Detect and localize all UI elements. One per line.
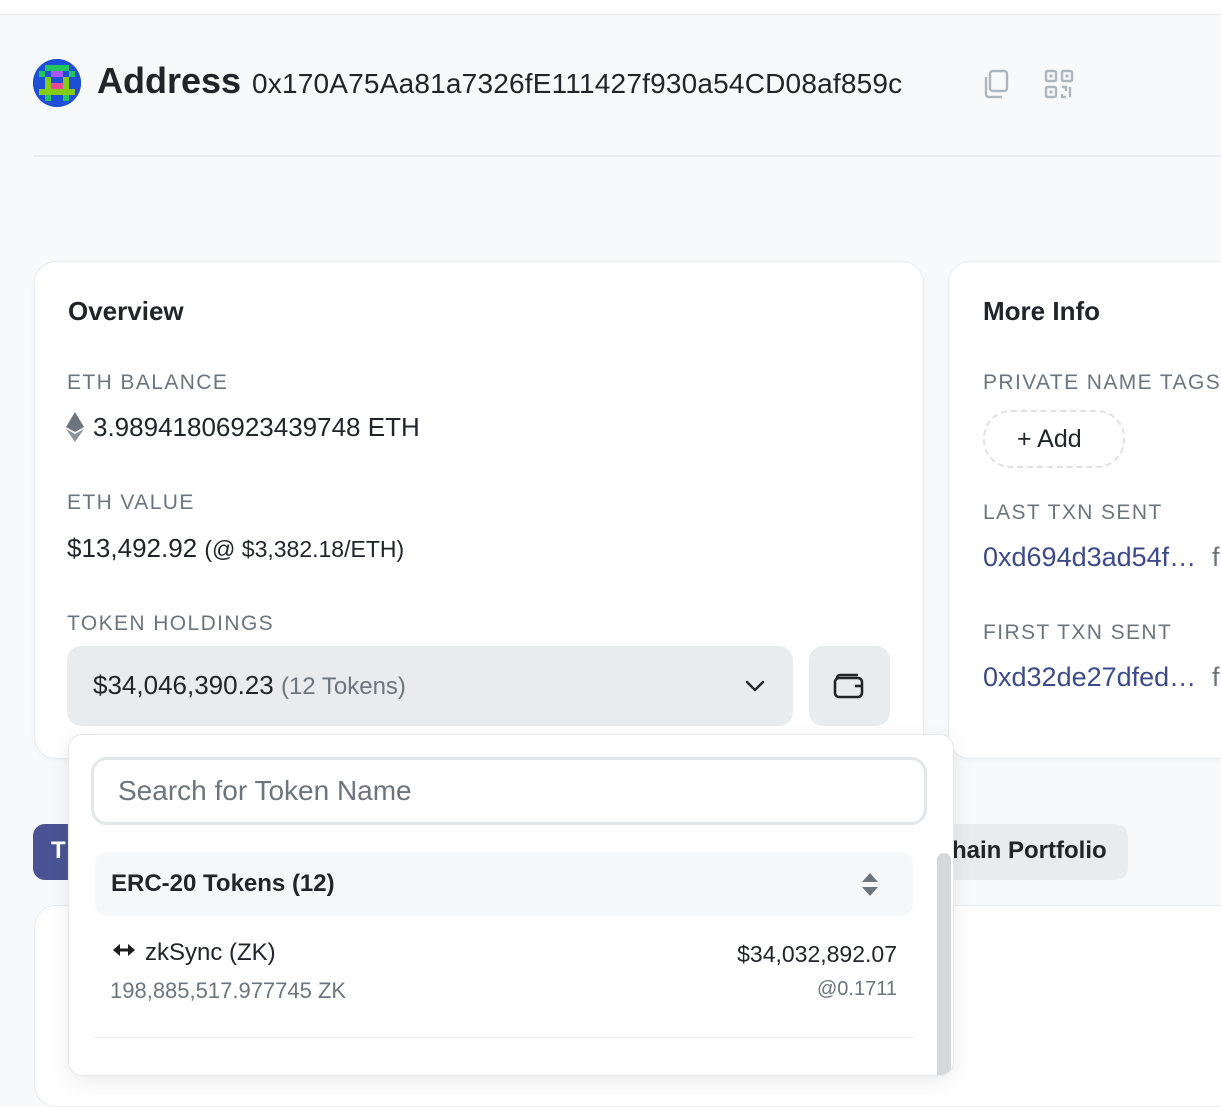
address-hash: 0x170A75Aa81a7326fE111427f930a54CD08af85… (252, 68, 903, 99)
token-holdings-dropdown[interactable]: $34,046,390.23 (12 Tokens) (67, 646, 793, 726)
eth-balance-label: ETH BALANCE (67, 371, 229, 394)
first-txn-label: FIRST TXN SENT (983, 621, 1173, 644)
first-txn-link[interactable]: 0xd32de27dfed… (983, 662, 1196, 693)
header-divider (33, 155, 1221, 157)
last-txn-label: LAST TXN SENT (983, 501, 1163, 524)
token-holdings-label: TOKEN HOLDINGS (67, 612, 275, 635)
ethereum-icon (66, 412, 84, 442)
token-price: @0.1711 (817, 978, 897, 1000)
add-tag-label: + Add (1017, 425, 1082, 453)
eth-value-label: ETH VALUE (67, 491, 195, 514)
overview-title: Overview (68, 296, 184, 326)
erc20-group-title: ERC-20 Tokens (12) (111, 870, 335, 897)
eth-price: (@ $3,382.18/ETH) (204, 536, 405, 562)
qr-code-icon[interactable] (1044, 69, 1074, 99)
chevron-down-icon (743, 674, 767, 698)
dropdown-scrollbar[interactable] (937, 853, 951, 1075)
top-bar (0, 0, 1221, 15)
eth-value-row: $13,492.92 (@ $3,382.18/ETH) (67, 533, 404, 564)
last-txn-suffix: f (1212, 542, 1220, 572)
address-avatar (33, 59, 81, 107)
token-amount: 198,885,517.977745 ZK (110, 978, 347, 1003)
wallet-icon (833, 673, 864, 699)
token-holdings-text: $34,046,390.23 (12 Tokens) (93, 670, 406, 701)
token-usd-value: $34,032,892.07 (737, 941, 897, 967)
sort-icon[interactable] (861, 872, 879, 898)
private-name-tags-label: PRIVATE NAME TAGS (983, 371, 1221, 394)
token-holdings-menu: ERC-20 Tokens (12) zkSync (ZK) 198,885,5… (68, 734, 954, 1076)
zksync-icon (113, 941, 135, 959)
eth-value: $13,492.92 (67, 533, 198, 563)
token-holdings-value: $34,046,390.23 (93, 670, 274, 700)
add-tag-button[interactable]: + Add (983, 410, 1125, 468)
page-title: Address (97, 60, 242, 101)
token-holdings-count: (12 Tokens) (280, 673, 406, 700)
token-row[interactable]: zkSync (ZK) 198,885,517.977745 ZK $34,03… (95, 927, 913, 1037)
tab-portfolio-label: hain Portfolio (952, 837, 1107, 864)
more-info-title: More Info (983, 296, 1100, 326)
last-txn-link[interactable]: 0xd694d3ad54f… (983, 542, 1196, 573)
copy-icon[interactable] (980, 67, 1012, 101)
eth-balance-value: 3.98941806923439748 ETH (93, 412, 420, 442)
erc20-group-header[interactable]: ERC-20 Tokens (12) (95, 852, 913, 916)
first-txn-suffix: f (1212, 662, 1220, 692)
tab-transactions-label: T (51, 837, 66, 864)
token-name: zkSync (ZK) (145, 939, 276, 966)
wallet-button[interactable] (809, 646, 890, 726)
tab-multichain-portfolio[interactable]: hain Portfolio (930, 824, 1128, 880)
row-divider (95, 1037, 913, 1038)
token-search-input[interactable] (91, 757, 927, 825)
